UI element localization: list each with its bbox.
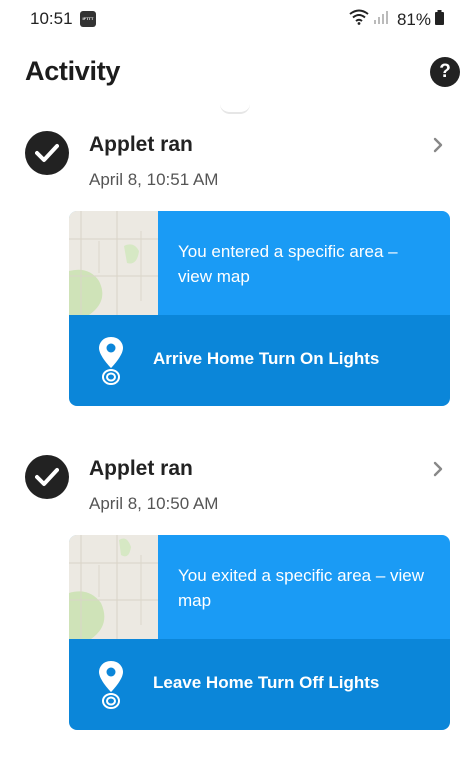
help-button[interactable]: ? — [430, 57, 460, 87]
applet-name: Arrive Home Turn On Lights — [153, 349, 380, 368]
location-pin-icon — [96, 335, 126, 387]
chevron-right-icon[interactable] — [430, 137, 446, 153]
activity-title: Applet ran — [89, 457, 193, 480]
activity-date: April 8, 10:50 AM — [89, 494, 219, 513]
activity-title: Applet ran — [89, 133, 193, 156]
location-pin-icon — [96, 659, 126, 711]
trigger-section[interactable]: You exited a specific area – view map — [69, 535, 450, 639]
battery-icon — [435, 9, 444, 30]
map-thumbnail[interactable] — [69, 211, 158, 315]
ifttt-notification-icon: IFTTT — [80, 11, 96, 27]
map-thumbnail[interactable] — [69, 535, 158, 639]
activity-card[interactable]: You entered a specific area – view map A… — [69, 211, 450, 406]
status-time: 10:51 — [30, 9, 73, 28]
check-circle-icon — [25, 455, 69, 499]
activity-date: April 8, 10:51 AM — [89, 170, 219, 189]
check-circle-icon — [25, 131, 69, 175]
applet-section[interactable]: Leave Home Turn Off Lights — [69, 639, 450, 730]
page-title: Activity — [25, 56, 121, 86]
trigger-section[interactable]: You entered a specific area – view map — [69, 211, 450, 315]
status-indicators: 81% — [349, 9, 444, 30]
pull-to-refresh-indicator — [220, 104, 250, 114]
activity-card[interactable]: You exited a specific area – view map Le… — [69, 535, 450, 730]
wifi-icon — [349, 9, 369, 30]
trigger-description[interactable]: You exited a specific area – view map — [178, 563, 433, 613]
trigger-description[interactable]: You entered a specific area – view map — [178, 239, 433, 289]
applet-name: Leave Home Turn Off Lights — [153, 673, 380, 692]
battery-percentage: 81% — [396, 9, 431, 29]
applet-section[interactable]: Arrive Home Turn On Lights — [69, 315, 450, 406]
status-bar: 10:51 IFTTT 81% — [0, 0, 474, 40]
signal-icon — [373, 9, 389, 30]
chevron-right-icon[interactable] — [430, 461, 446, 477]
